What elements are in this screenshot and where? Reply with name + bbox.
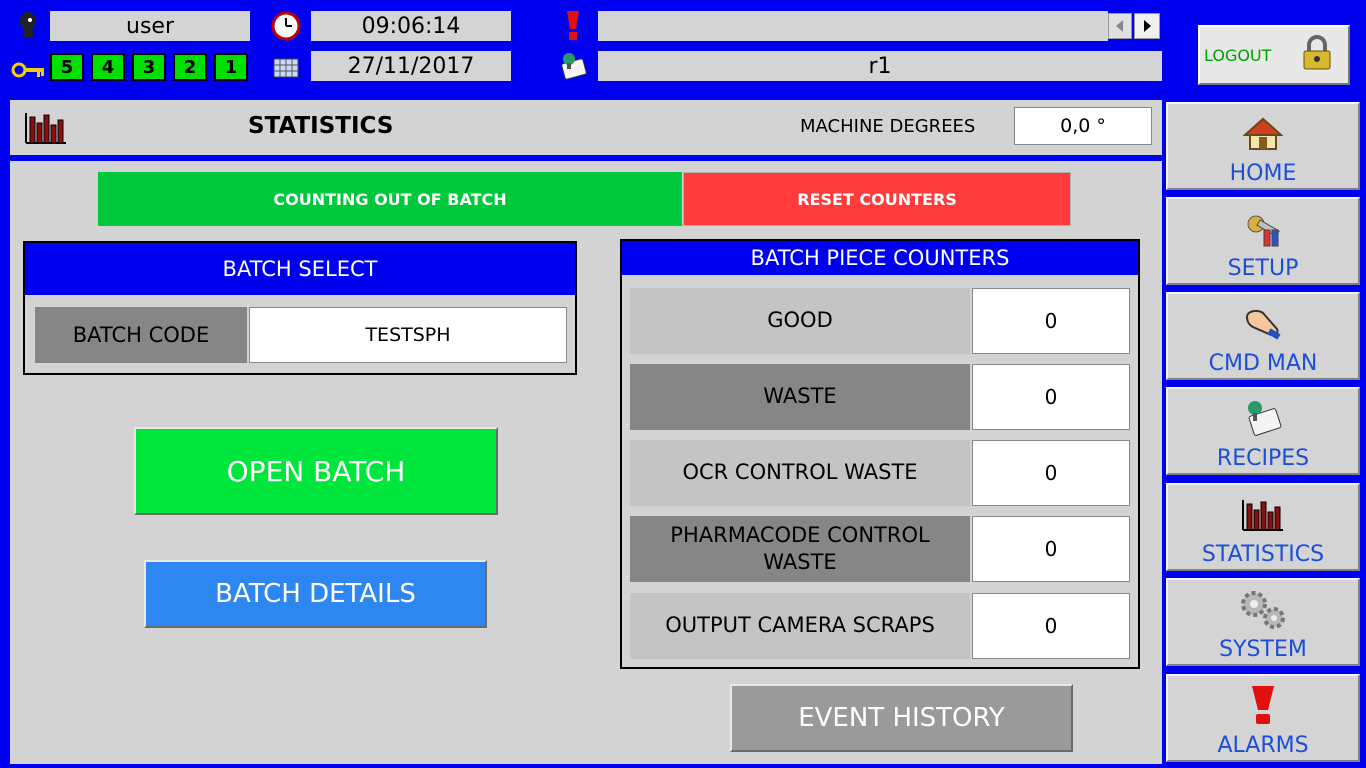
gears-icon bbox=[1238, 589, 1288, 631]
nav-label: SETUP bbox=[1227, 256, 1299, 281]
counter-label: WASTE bbox=[630, 364, 970, 430]
nav-home[interactable]: HOME bbox=[1166, 102, 1360, 190]
counter-value: 0 bbox=[972, 288, 1130, 354]
hand-icon bbox=[1243, 303, 1283, 345]
counter-value: 0 bbox=[972, 440, 1130, 506]
counters-title: BATCH PIECE COUNTERS bbox=[750, 246, 1010, 270]
calendar-icon bbox=[272, 56, 300, 80]
counter-value: 0 bbox=[972, 364, 1130, 430]
counter-row-pharmacode-waste: PHARMACODE CONTROL WASTE 0 bbox=[630, 516, 1130, 582]
counting-out-of-batch-button[interactable]: COUNTING OUT OF BATCH bbox=[98, 172, 682, 226]
nav-alarms[interactable]: ALARMS bbox=[1166, 674, 1360, 762]
counting-out-of-batch-label: COUNTING OUT OF BATCH bbox=[273, 189, 507, 209]
recipe-header-icon bbox=[556, 50, 590, 82]
home-icon bbox=[1243, 113, 1283, 155]
batch-select-title: BATCH SELECT bbox=[222, 257, 378, 281]
user-icon bbox=[14, 10, 42, 40]
open-batch-button[interactable]: OPEN BATCH bbox=[134, 427, 498, 515]
time-field: 09:06:14 bbox=[311, 11, 511, 41]
batch-select-box: BATCH SELECT BATCH CODE TESTSPH bbox=[23, 241, 577, 375]
recipe-field: r1 bbox=[598, 51, 1162, 81]
nav-cmd-man[interactable]: CMD MAN bbox=[1166, 292, 1360, 380]
reset-counters-button[interactable]: RESET COUNTERS bbox=[683, 172, 1071, 226]
statistics-icon bbox=[1241, 494, 1285, 536]
counter-value: 0 bbox=[972, 516, 1130, 582]
nav-recipes[interactable]: RECIPES bbox=[1166, 387, 1360, 475]
batch-select-header: BATCH SELECT bbox=[25, 243, 575, 295]
counter-label: PHARMACODE CONTROL WASTE bbox=[630, 516, 970, 582]
statistics-title-icon bbox=[24, 110, 68, 146]
counter-label: OUTPUT CAMERA SCRAPS bbox=[630, 593, 970, 659]
event-history-button[interactable]: EVENT HISTORY bbox=[730, 684, 1073, 752]
nav-label: CMD MAN bbox=[1208, 351, 1318, 376]
counter-label: GOOD bbox=[630, 288, 970, 354]
nav-label: ALARMS bbox=[1217, 733, 1309, 758]
setup-icon bbox=[1242, 208, 1284, 250]
nav-statistics[interactable]: STATISTICS bbox=[1166, 483, 1360, 571]
logout-button[interactable]: LOGOUT bbox=[1198, 25, 1350, 85]
counter-row-good: GOOD 0 bbox=[630, 288, 1130, 354]
counter-row-camera-scraps: OUTPUT CAMERA SCRAPS 0 bbox=[630, 593, 1130, 659]
batch-code-field[interactable]: TESTSPH bbox=[249, 307, 567, 363]
scroll-left-button[interactable] bbox=[1108, 13, 1132, 39]
batch-code-label: BATCH CODE bbox=[35, 307, 247, 363]
logout-label: LOGOUT bbox=[1204, 45, 1272, 65]
nav-setup[interactable]: SETUP bbox=[1166, 197, 1360, 285]
counter-value: 0 bbox=[972, 593, 1130, 659]
level-2-indicator: 2 bbox=[173, 53, 207, 81]
title-bar: STATISTICS MACHINE DEGREES 0,0 ° bbox=[10, 100, 1162, 155]
alarm-message-field bbox=[598, 11, 1108, 41]
recipes-icon bbox=[1241, 398, 1285, 440]
level-3-indicator: 3 bbox=[132, 53, 166, 81]
scroll-right-button[interactable] bbox=[1134, 13, 1160, 39]
level-4-indicator: 4 bbox=[91, 53, 125, 81]
nav-label: STATISTICS bbox=[1201, 542, 1325, 567]
clock-icon bbox=[270, 10, 302, 42]
level-1-indicator: 1 bbox=[214, 53, 248, 81]
counter-row-waste: WASTE 0 bbox=[630, 364, 1130, 430]
nav-system[interactable]: SYSTEM bbox=[1166, 578, 1360, 666]
user-field: user bbox=[50, 11, 250, 41]
alarm-icon bbox=[1248, 685, 1278, 727]
counters-header: BATCH PIECE COUNTERS bbox=[622, 241, 1138, 275]
key-icon bbox=[10, 52, 46, 82]
nav-label: RECIPES bbox=[1216, 446, 1310, 471]
batch-details-button[interactable]: BATCH DETAILS bbox=[144, 560, 487, 628]
padlock-icon bbox=[1300, 35, 1334, 75]
level-5-indicator: 5 bbox=[50, 53, 84, 81]
alarm-header-icon bbox=[560, 10, 586, 42]
date-field: 27/11/2017 bbox=[311, 51, 511, 81]
reset-counters-label: RESET COUNTERS bbox=[797, 189, 957, 209]
nav-label: SYSTEM bbox=[1219, 637, 1307, 662]
counter-row-ocr-waste: OCR CONTROL WASTE 0 bbox=[630, 440, 1130, 506]
page-title: STATISTICS bbox=[248, 113, 394, 139]
nav-label: HOME bbox=[1229, 161, 1297, 186]
machine-degrees-label: MACHINE DEGREES bbox=[800, 116, 976, 137]
counter-label: OCR CONTROL WASTE bbox=[630, 440, 970, 506]
machine-degrees-value: 0,0 ° bbox=[1014, 107, 1152, 145]
